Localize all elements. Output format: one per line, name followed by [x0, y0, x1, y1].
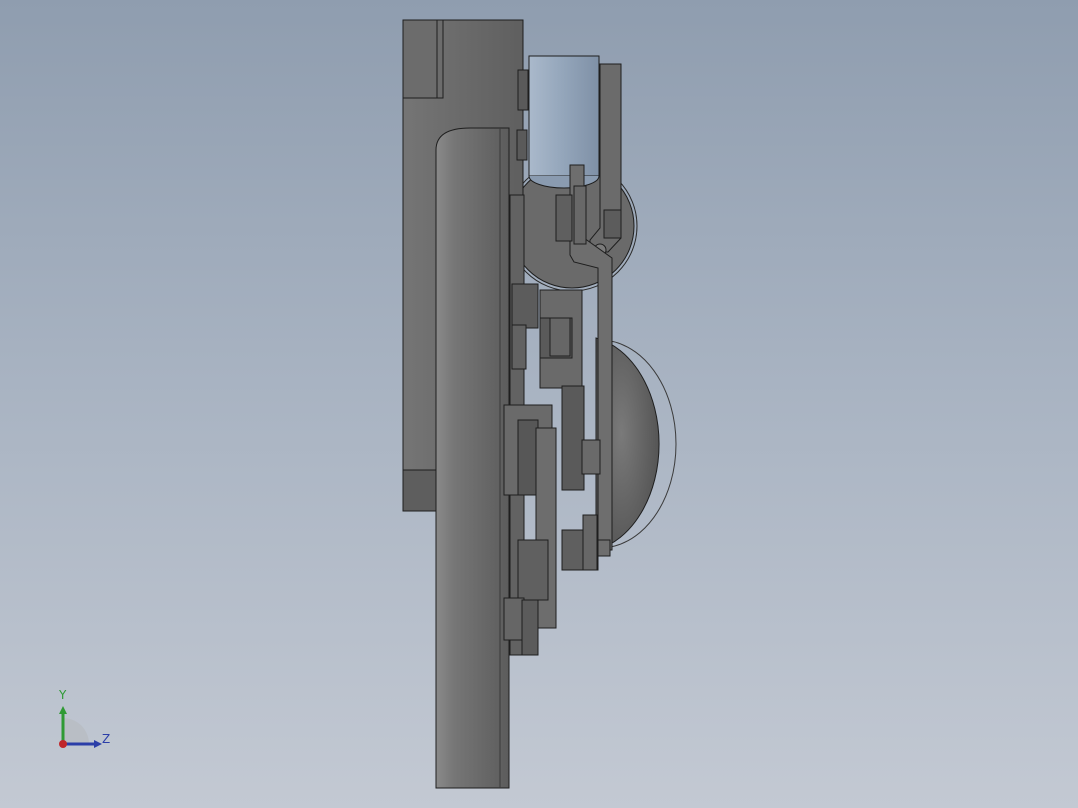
model-view[interactable] [0, 0, 1078, 808]
graphics-viewport[interactable]: Y Z [0, 0, 1078, 808]
triad-quarter-disc [63, 718, 89, 744]
transparent-cylinder [528, 55, 600, 177]
y-axis-label: Y [59, 688, 67, 702]
coordinate-triad: Y Z [40, 680, 130, 760]
x-axis-dot [59, 740, 67, 748]
large-disc [435, 127, 510, 789]
z-axis-label: Z [102, 732, 111, 746]
lower-right-link [561, 385, 585, 491]
triad-axes [59, 706, 102, 748]
upper-pin [555, 194, 573, 242]
